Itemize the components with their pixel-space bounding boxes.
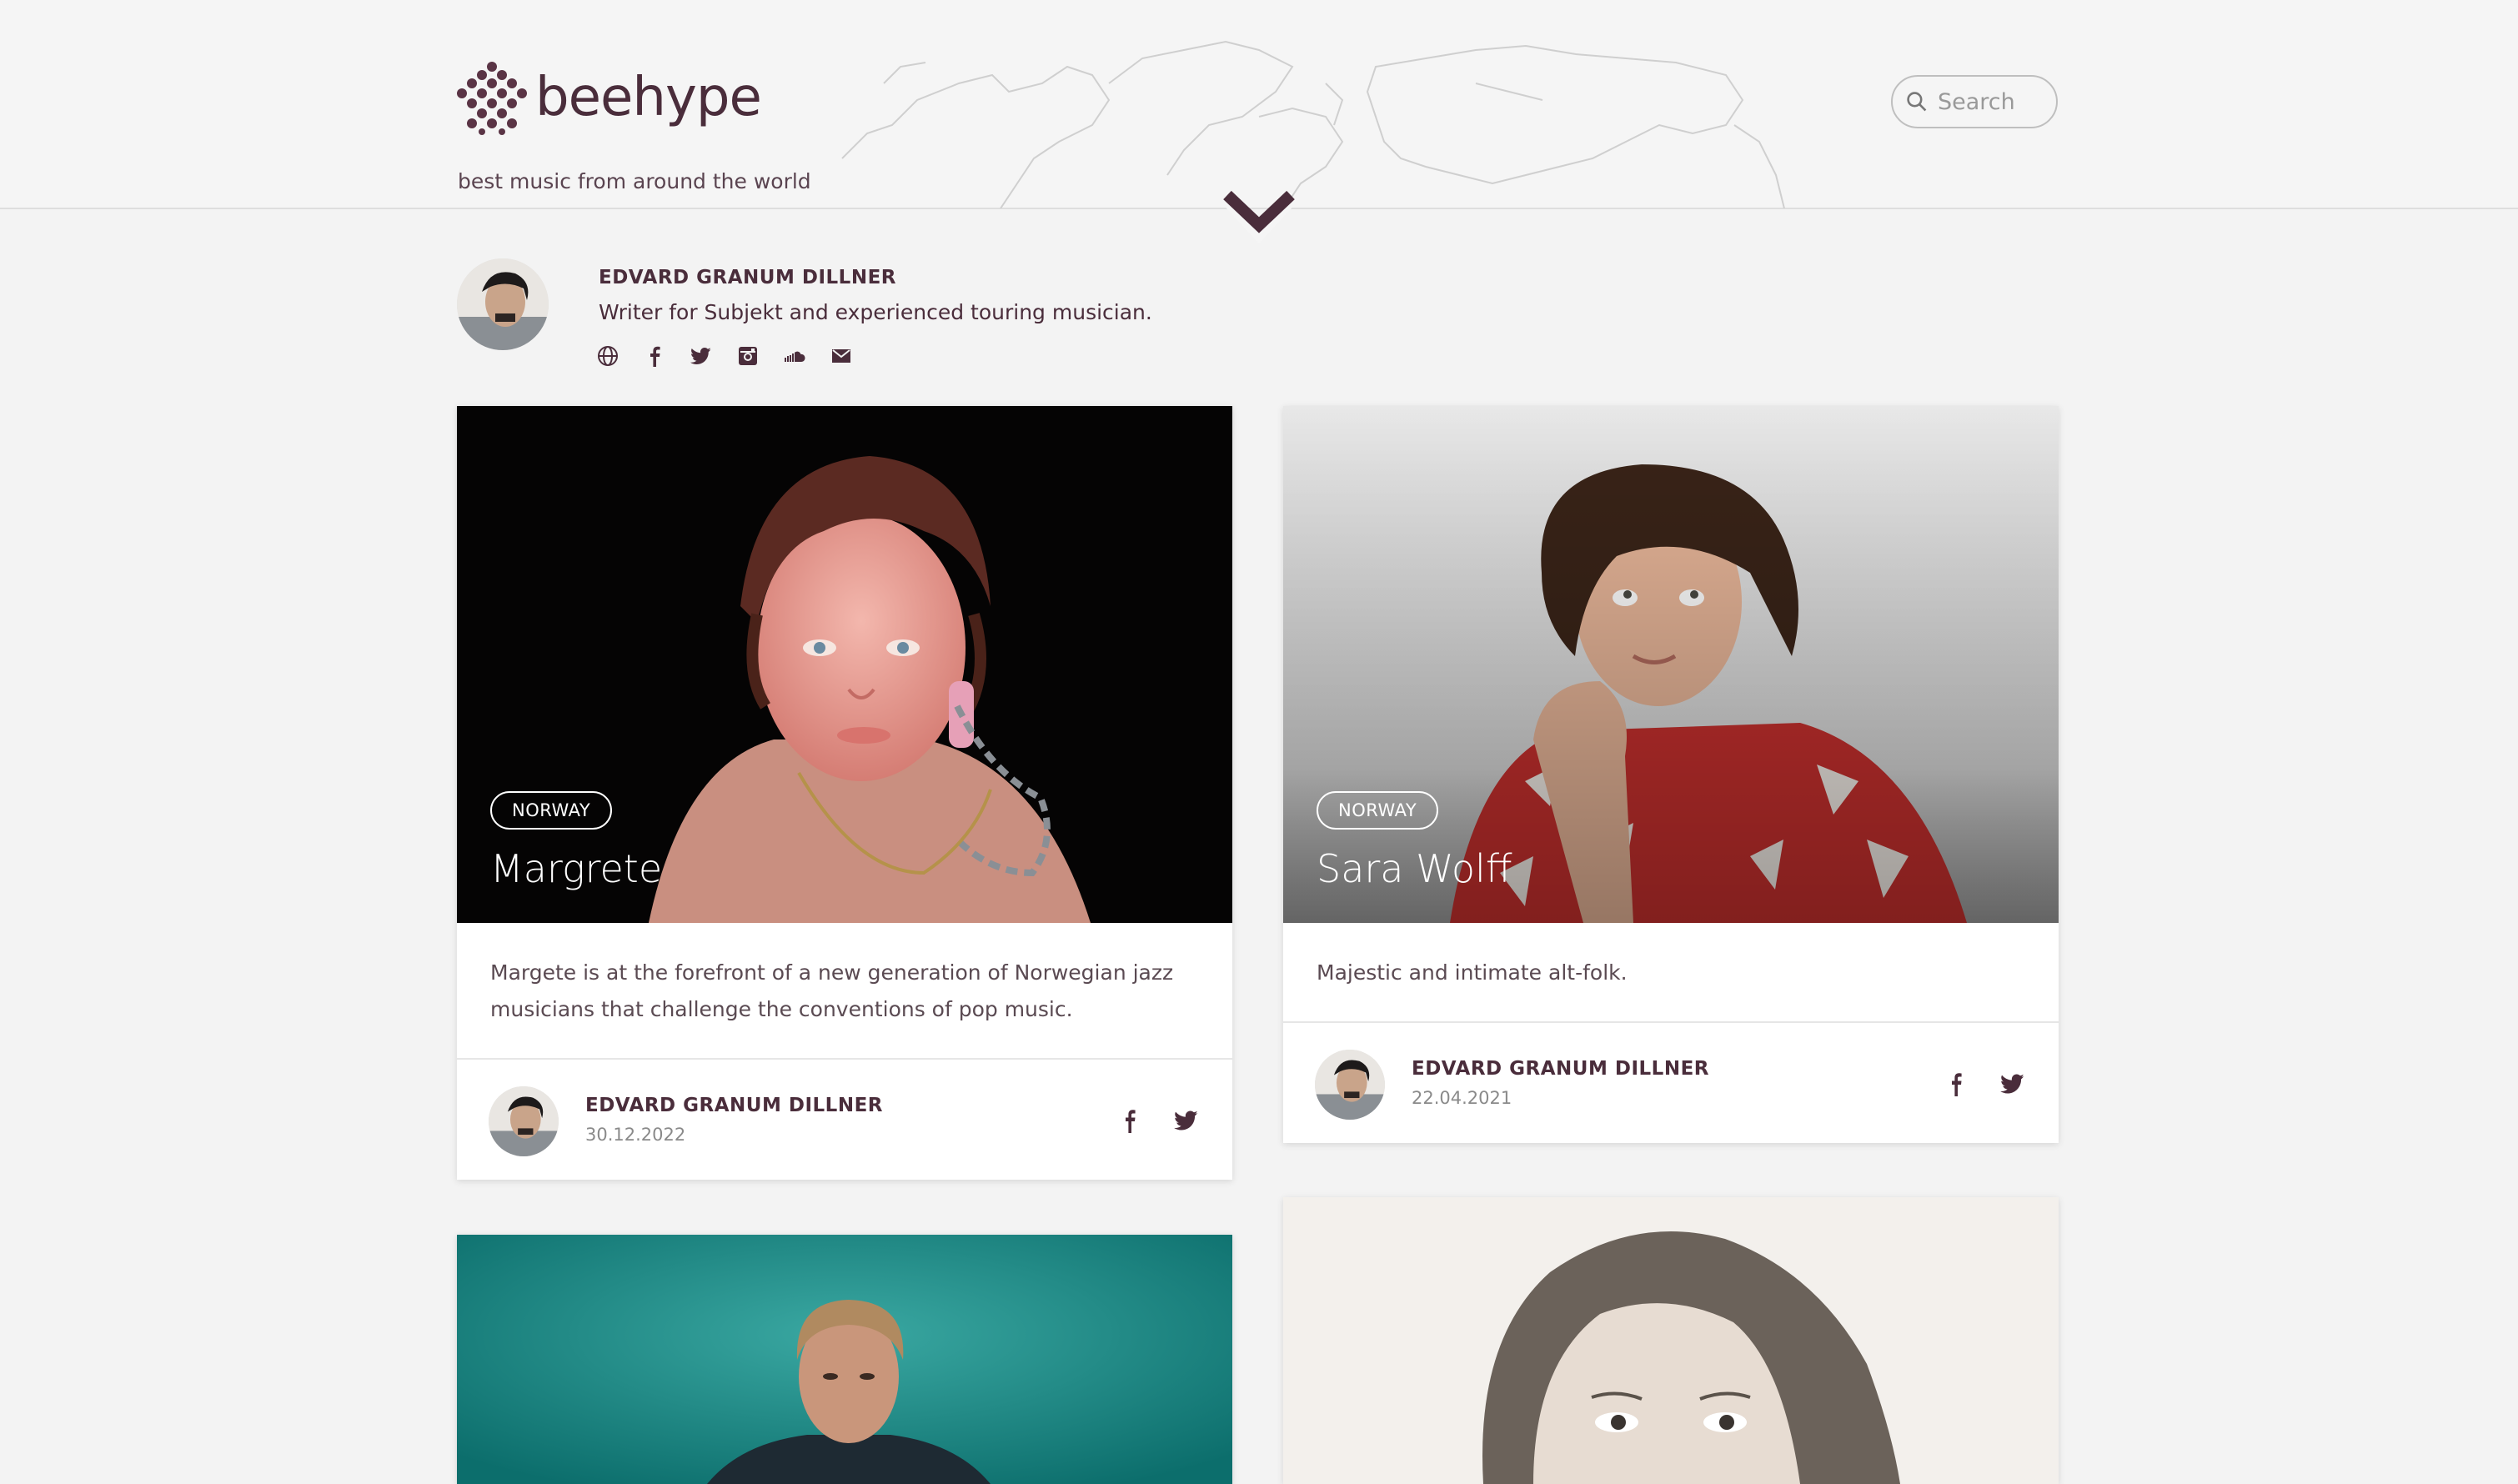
search-box[interactable] <box>1891 75 2058 128</box>
article-photo[interactable] <box>1283 1197 2059 1484</box>
world-map-icon[interactable] <box>792 33 1868 208</box>
card-author-name[interactable]: EDVARD GRANUM DILLNER <box>1412 1058 1709 1080</box>
country-badge[interactable]: NORWAY <box>490 791 613 830</box>
facebook-icon[interactable] <box>644 345 665 367</box>
article-card[interactable] <box>1283 1197 2059 1484</box>
beehive-logo-icon <box>457 62 527 135</box>
article-card[interactable]: NORWAY Sara Wolff Majestic and intimate … <box>1283 406 2059 1143</box>
card-author-name[interactable]: EDVARD GRANUM DILLNER <box>585 1095 883 1116</box>
twitter-share-icon[interactable] <box>2000 1073 2025 1095</box>
author-avatar[interactable] <box>489 1086 559 1156</box>
card-date: 30.12.2022 <box>585 1125 686 1145</box>
tagline: best music from around the world <box>458 169 811 193</box>
brand-name: beehype <box>535 67 762 128</box>
card-title[interactable]: Sara Wolff <box>1317 846 1512 891</box>
search-input[interactable] <box>1936 88 2056 116</box>
facebook-share-icon[interactable] <box>1945 1071 1967 1096</box>
facebook-share-icon[interactable] <box>1119 1108 1141 1133</box>
author-avatar[interactable] <box>1315 1050 1385 1120</box>
article-photo[interactable]: NORWAY Margrete <box>457 406 1232 923</box>
logo[interactable]: beehype <box>457 60 762 135</box>
instagram-icon[interactable] <box>737 345 759 367</box>
twitter-share-icon[interactable] <box>1174 1110 1199 1131</box>
author-profile: EDVARD GRANUM DILLNER Writer for Subjekt… <box>457 258 1457 375</box>
author-bio: Writer for Subjekt and experienced touri… <box>599 300 1152 324</box>
author-name[interactable]: EDVARD GRANUM DILLNER <box>599 267 896 288</box>
chevron-down-icon <box>1219 190 1299 243</box>
card-date: 22.04.2021 <box>1412 1088 1512 1108</box>
country-badge[interactable]: NORWAY <box>1317 791 1439 830</box>
author-social-links <box>597 345 852 367</box>
photo-margrete <box>457 406 1232 923</box>
card-footer: EDVARD GRANUM DILLNER 22.04.2021 <box>1283 1023 2059 1143</box>
author-avatar[interactable] <box>457 258 549 350</box>
globe-icon[interactable] <box>597 345 619 367</box>
card-description: Majestic and intimate alt-folk. <box>1283 923 2059 1023</box>
article-card[interactable] <box>457 1235 1232 1484</box>
mail-icon[interactable] <box>830 345 852 367</box>
article-photo[interactable] <box>457 1235 1232 1484</box>
article-photo[interactable]: NORWAY Sara Wolff <box>1283 406 2059 923</box>
card-description: Margete is at the forefront of a new gen… <box>457 923 1232 1060</box>
card-footer: EDVARD GRANUM DILLNER 30.12.2022 <box>457 1060 1232 1180</box>
twitter-icon[interactable] <box>690 345 712 367</box>
card-title[interactable]: Margrete <box>490 846 662 891</box>
search-icon <box>1907 92 1927 112</box>
photo-sara-wolff <box>1283 406 2059 923</box>
expand-map-button[interactable] <box>1219 177 1299 248</box>
soundcloud-icon[interactable] <box>784 345 805 367</box>
article-card[interactable]: NORWAY Margrete Margete is at the forefr… <box>457 406 1232 1180</box>
